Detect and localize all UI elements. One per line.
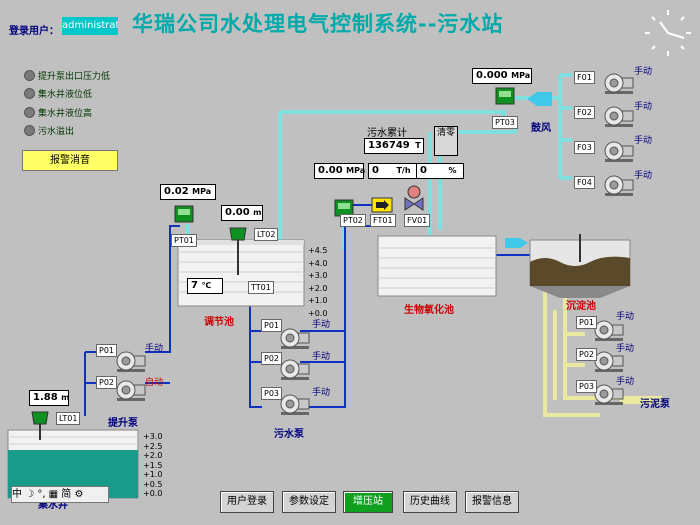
sewage-pump-p01-tag: P01 — [261, 319, 283, 332]
fan-f03-tag: F03 — [574, 141, 595, 154]
settling-tank — [529, 234, 631, 298]
scale-tick-label: +0.5 — [143, 479, 163, 489]
scale-tick-label: +2.5 — [143, 441, 163, 451]
nav-alarm-info-button[interactable]: 报警信息 — [465, 491, 519, 513]
page-title: 华瑞公司水处理电气控制系统--污水站 — [132, 12, 504, 36]
air-flow-arrow — [527, 92, 552, 106]
pump-icon[interactable] — [604, 175, 634, 196]
scale-tick-label: +4.0 — [308, 258, 328, 268]
sludge-pump-p03-mode[interactable]: 手动 — [616, 374, 634, 387]
total-readout: 136749 T — [364, 138, 424, 154]
sludge-pump-p02-mode[interactable]: 手动 — [616, 341, 634, 354]
scale-tick-label: +4.5 — [308, 246, 328, 255]
lift-pump-p02-tag: P02 — [96, 376, 118, 389]
nav-parameter-settings-button[interactable]: 参数设定 — [282, 491, 336, 513]
settling-tank-label: 沉淀池 — [566, 301, 596, 312]
pump-icon[interactable] — [280, 394, 310, 415]
sludge-pump-p01-tag: P01 — [576, 316, 598, 329]
pt03-readout: 0.000 MPa — [472, 68, 532, 84]
fan-f04-mode[interactable]: 手动 — [634, 168, 652, 181]
lt01-tag: LT01 — [56, 412, 81, 425]
ft01-readout: 0 T/h — [368, 163, 418, 179]
lift-pump-p01-mode[interactable]: 手动 — [145, 341, 163, 354]
sludge-pump-label: 污泥泵 — [640, 399, 670, 410]
pump-icon[interactable] — [604, 73, 634, 94]
pt02-tag: PT02 — [340, 214, 366, 227]
fv01-readout: 0 % — [416, 163, 464, 179]
login-label: 登录用户： — [9, 26, 59, 37]
lt02-readout: 0.00 m — [221, 205, 263, 221]
scale-tick-label: +1.0 — [308, 296, 328, 305]
pt02-readout: 0.00 MPa — [314, 163, 365, 179]
scale-tick-label: +2.0 — [143, 451, 163, 460]
lt01-readout: 1.88 m — [29, 390, 70, 406]
pump-icon[interactable] — [604, 141, 634, 162]
water-flow-arrow — [505, 238, 528, 248]
clear-total-button[interactable]: 清零 — [434, 126, 458, 156]
regulating-tank-label: 调节池 — [204, 317, 234, 328]
pump-icon[interactable] — [604, 106, 634, 127]
fan-f01-tag: F01 — [574, 71, 595, 84]
sludge-pump-p01-mode[interactable]: 手动 — [616, 309, 634, 322]
fan-f04-tag: F04 — [574, 176, 595, 189]
alarm-led-icon — [24, 125, 35, 136]
fan-f02-tag: F02 — [574, 106, 595, 119]
scale-tick-label: +1.0 — [143, 470, 163, 479]
lift-pump-p02-mode[interactable]: 自动 — [145, 375, 163, 388]
nav-history-curve-button[interactable]: 历史曲线 — [403, 491, 457, 513]
scale-tick-label: +1.5 — [143, 460, 163, 470]
scale-tick-label: +0.0 — [143, 489, 163, 498]
lift-pump-label: 提升泵 — [108, 418, 138, 429]
pump-icon[interactable] — [116, 351, 146, 372]
fan-f02-mode[interactable]: 手动 — [634, 99, 652, 112]
ime-toolbar[interactable]: 中 ☽ °, ▦ 简 ⚙ — [11, 486, 109, 503]
bio-tank-label: 生物氧化池 — [404, 305, 454, 316]
lift-pump-p01-tag: P01 — [96, 344, 118, 357]
tt01-readout: 7 ℃ — [187, 278, 223, 294]
sewage-pump-p02-tag: P02 — [261, 352, 283, 365]
tt01-tag: TT01 — [248, 281, 274, 294]
sewage-pump-p01-mode[interactable]: 手动 — [312, 317, 330, 330]
fan-f03-mode[interactable]: 手动 — [634, 133, 652, 146]
ft01-tag: FT01 — [370, 214, 396, 227]
alarm-led-icon — [24, 88, 35, 99]
bio-tank — [377, 235, 497, 297]
fan-f01-mode[interactable]: 手动 — [634, 64, 652, 77]
pump-icon[interactable] — [116, 380, 146, 401]
sewage-pump-p03-mode[interactable]: 手动 — [312, 385, 330, 398]
scale-tick-label: +2.0 — [308, 283, 328, 293]
pt03-tag: PT03 — [492, 116, 518, 129]
nav-user-login-button[interactable]: 用户登录 — [220, 491, 274, 513]
current-user[interactable]: administrato — [62, 17, 118, 35]
regulating-tank — [177, 239, 305, 307]
pump-icon[interactable] — [594, 384, 624, 405]
pt01-tag: PT01 — [171, 234, 197, 247]
sewage-pump-label: 污水泵 — [274, 429, 304, 440]
fv01-tag: FV01 — [404, 214, 431, 227]
sewage-pump-p02-mode[interactable]: 手动 — [312, 349, 330, 362]
alarm-led-icon — [24, 70, 35, 81]
nav-booster-station-button[interactable]: 增压站 — [343, 491, 393, 513]
scale-tick-label: +3.0 — [143, 432, 163, 441]
alarm-mute-button[interactable]: 报警消音 — [22, 150, 118, 171]
clock-icon — [643, 8, 693, 58]
alarm-led-icon — [24, 107, 35, 118]
pump-icon[interactable] — [594, 351, 624, 372]
pump-icon[interactable] — [594, 320, 624, 341]
scale-tick-label: +3.0 — [308, 271, 328, 280]
blower-label: 鼓风 — [531, 123, 551, 134]
sewage-pump-p03-tag: P03 — [261, 387, 283, 400]
pt01-readout: 0.02 MPa — [160, 184, 216, 200]
sludge-pump-p03-tag: P03 — [576, 380, 598, 393]
lt02-tag: LT02 — [254, 228, 279, 241]
sludge-pump-p02-tag: P02 — [576, 348, 598, 361]
total-label: 污水累计 — [367, 128, 407, 139]
scada-screen: 华瑞公司水处理电气控制系统--污水站 登录用户： administrato 提升… — [0, 0, 700, 525]
